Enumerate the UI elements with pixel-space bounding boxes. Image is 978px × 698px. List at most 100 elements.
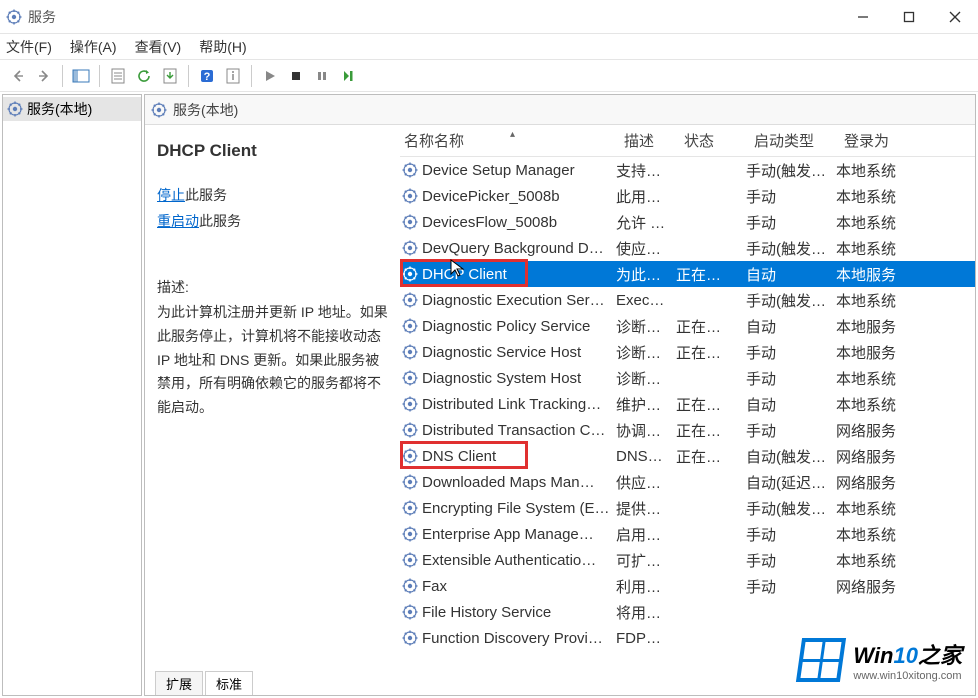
- cell-startup: 手动: [746, 212, 836, 233]
- cell-desc: Exec…: [616, 292, 676, 309]
- menu-file[interactable]: 文件(F): [6, 37, 52, 57]
- menu-view[interactable]: 查看(V): [135, 37, 182, 57]
- column-headers: 名称名称▴ 描述 状态 启动类型 登录为: [400, 125, 975, 157]
- cell-logon: 本地系统: [836, 160, 926, 181]
- watermark-title: Win10之家: [853, 638, 962, 670]
- svg-text:?: ?: [204, 71, 211, 83]
- service-row[interactable]: Enterprise App Manage…启用…手动本地系统: [400, 521, 975, 547]
- cell-name: Distributed Transaction C…: [422, 422, 605, 439]
- cell-logon: 网络服务: [836, 420, 926, 441]
- gear-icon: [402, 500, 418, 516]
- cell-startup: 自动: [746, 316, 836, 337]
- main-pane: 服务(本地) DHCP Client 停止此服务 重启动此服务 描述: 为此计算…: [144, 94, 976, 696]
- col-startup[interactable]: 启动类型: [750, 125, 840, 156]
- stop-service-link[interactable]: 停止: [157, 187, 185, 203]
- maximize-button[interactable]: [886, 0, 932, 34]
- start-service-button[interactable]: [258, 64, 282, 88]
- menu-bar: 文件(F) 操作(A) 查看(V) 帮助(H): [0, 34, 978, 60]
- cell-desc: 提供…: [616, 498, 676, 519]
- service-row[interactable]: Distributed Transaction C…协调…正在…手动网络服务: [400, 417, 975, 443]
- menu-help[interactable]: 帮助(H): [199, 37, 246, 57]
- service-row[interactable]: Encrypting File System (E…提供…手动(触发…本地系统: [400, 495, 975, 521]
- cell-name: DNS Client: [422, 448, 496, 465]
- service-row[interactable]: Extensible Authenticatio…可扩…手动本地系统: [400, 547, 975, 573]
- cell-logon: 本地系统: [836, 524, 926, 545]
- gear-icon: [402, 422, 418, 438]
- gear-icon: [7, 101, 23, 117]
- cell-logon: 本地系统: [836, 212, 926, 233]
- cell-startup: 手动(触发…: [746, 238, 836, 259]
- watermark: Win10之家 www.win10xitong.com: [791, 634, 970, 686]
- pause-service-button[interactable]: [310, 64, 334, 88]
- service-row[interactable]: Distributed Link Tracking…维护…正在…自动本地系统: [400, 391, 975, 417]
- cell-logon: 网络服务: [836, 472, 926, 493]
- cell-logon: 本地系统: [836, 550, 926, 571]
- info-button[interactable]: [221, 64, 245, 88]
- menu-action[interactable]: 操作(A): [70, 37, 117, 57]
- cell-startup: 手动(触发…: [746, 160, 836, 181]
- back-button[interactable]: [6, 64, 30, 88]
- forward-button[interactable]: [32, 64, 56, 88]
- cell-desc: 利用…: [616, 576, 676, 597]
- tree-item-services-local[interactable]: 服务(本地): [3, 97, 141, 121]
- cell-name: Device Setup Manager: [422, 162, 575, 179]
- stop-service-button[interactable]: [284, 64, 308, 88]
- service-row[interactable]: DNS ClientDNS…正在…自动(触发…网络服务: [400, 443, 975, 469]
- col-status[interactable]: 状态: [680, 125, 750, 156]
- cell-desc: 为此…: [616, 264, 676, 285]
- tab-extended[interactable]: 扩展: [155, 671, 203, 695]
- service-row[interactable]: DevicesFlow_5008b允许 …手动本地系统: [400, 209, 975, 235]
- cell-startup: 手动: [746, 576, 836, 597]
- refresh-button[interactable]: [132, 64, 156, 88]
- cell-logon: 本地系统: [836, 238, 926, 259]
- gear-icon: [402, 162, 418, 178]
- gear-icon: [402, 630, 418, 646]
- properties-button[interactable]: [106, 64, 130, 88]
- cell-status: 正在…: [676, 420, 746, 441]
- cell-desc: 使应…: [616, 238, 676, 259]
- col-logon[interactable]: 登录为: [840, 125, 930, 156]
- service-row[interactable]: Diagnostic System Host诊断…手动本地系统: [400, 365, 975, 391]
- gear-icon: [402, 214, 418, 230]
- cell-name: DHCP Client: [422, 266, 507, 283]
- close-button[interactable]: [932, 0, 978, 34]
- cell-status: 正在…: [676, 394, 746, 415]
- cell-desc: 允许 …: [616, 212, 676, 233]
- gear-icon: [402, 474, 418, 490]
- cell-name: DevicePicker_5008b: [422, 188, 560, 205]
- tab-standard[interactable]: 标准: [205, 671, 253, 695]
- show-hide-tree-button[interactable]: [69, 64, 93, 88]
- cell-startup: 手动: [746, 342, 836, 363]
- service-row[interactable]: File History Service将用…: [400, 599, 975, 625]
- minimize-button[interactable]: [840, 0, 886, 34]
- cell-desc: 启用…: [616, 524, 676, 545]
- cell-logon: 本地系统: [836, 394, 926, 415]
- services-list: 名称名称▴ 描述 状态 启动类型 登录为 Device Setup Manage…: [400, 125, 975, 673]
- cell-desc: 此用…: [616, 186, 676, 207]
- title-bar: 服务: [0, 0, 978, 34]
- cell-logon: 本地系统: [836, 498, 926, 519]
- cell-startup: 手动: [746, 186, 836, 207]
- service-row[interactable]: DevQuery Background D…使应…手动(触发…本地系统: [400, 235, 975, 261]
- service-row[interactable]: Fax利用…手动网络服务: [400, 573, 975, 599]
- col-desc[interactable]: 描述: [620, 125, 680, 156]
- help-button[interactable]: ?: [195, 64, 219, 88]
- service-row[interactable]: Diagnostic Service Host诊断…正在…手动本地服务: [400, 339, 975, 365]
- description-label: 描述:: [157, 277, 390, 297]
- service-row[interactable]: Diagnostic Execution Ser…Exec…手动(触发…本地系统: [400, 287, 975, 313]
- service-row[interactable]: DHCP Client为此…正在…自动本地服务: [400, 261, 975, 287]
- service-row[interactable]: Device Setup Manager支持…手动(触发…本地系统: [400, 157, 975, 183]
- app-icon: [6, 9, 22, 25]
- service-row[interactable]: Diagnostic Policy Service诊断…正在…自动本地服务: [400, 313, 975, 339]
- restart-service-link-row: 重启动此服务: [157, 211, 390, 231]
- stop-service-link-row: 停止此服务: [157, 185, 390, 205]
- service-row[interactable]: Downloaded Maps Man…供应…自动(延迟…网络服务: [400, 469, 975, 495]
- cell-startup: 自动(延迟…: [746, 472, 836, 493]
- detail-pane: DHCP Client 停止此服务 重启动此服务 描述: 为此计算机注册并更新 …: [145, 125, 400, 673]
- restart-service-link[interactable]: 重启动: [157, 213, 199, 229]
- service-row[interactable]: DevicePicker_5008b此用…手动本地系统: [400, 183, 975, 209]
- restart-service-button[interactable]: [336, 64, 360, 88]
- export-button[interactable]: [158, 64, 182, 88]
- col-name[interactable]: 名称名称▴: [400, 125, 620, 156]
- main-header-title: 服务(本地): [173, 100, 238, 120]
